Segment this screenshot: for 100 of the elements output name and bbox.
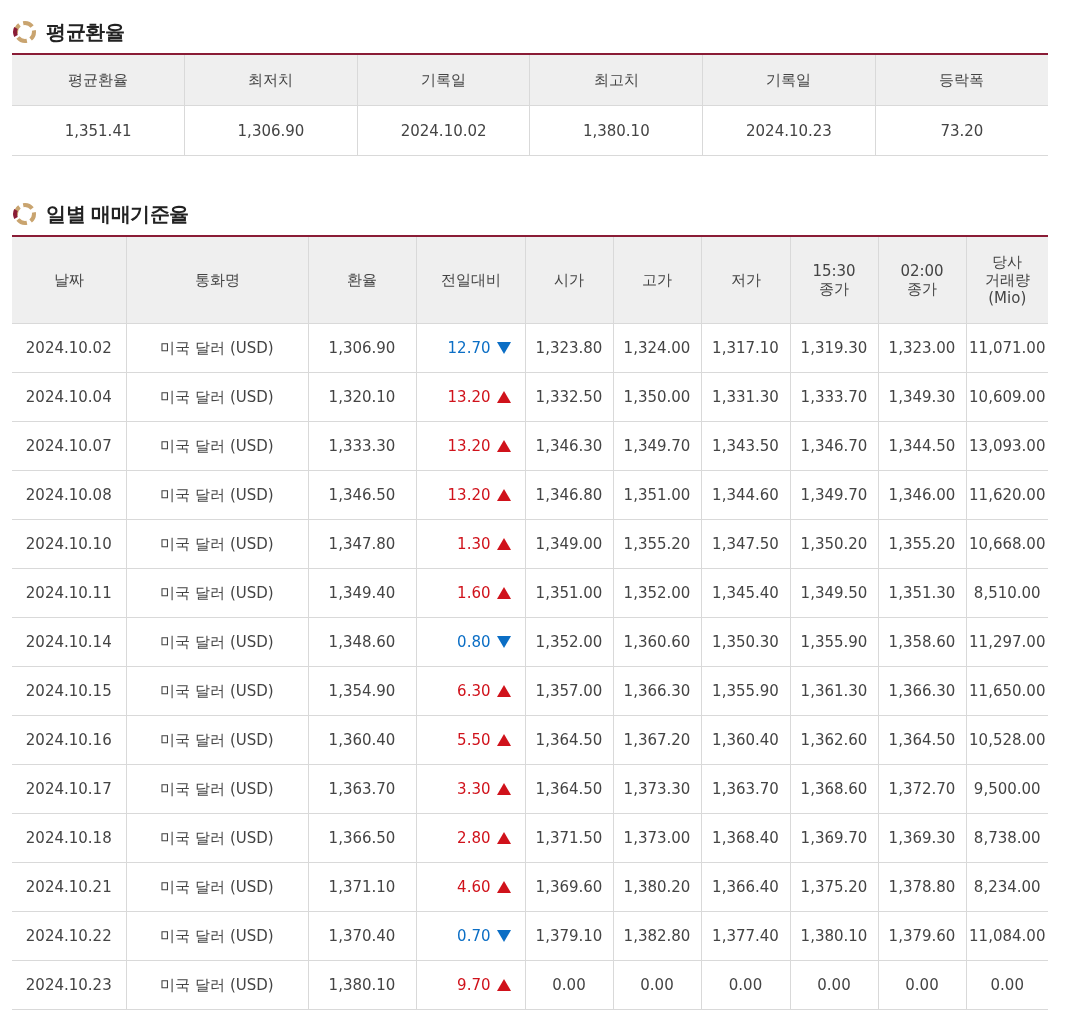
table-cell: 1,354.90	[308, 666, 416, 716]
table-cell: 0.00	[790, 960, 878, 1010]
table-cell: 1,369.60	[525, 862, 613, 912]
table-cell: 1,350.30	[701, 617, 790, 667]
table-cell: 1,368.40	[701, 813, 790, 863]
change-value: 1.30	[457, 535, 491, 553]
table-cell: 1,343.50	[701, 421, 790, 471]
table-cell: 1,360.40	[308, 715, 416, 765]
ring-logo-icon	[12, 19, 38, 45]
table-cell: 1,380.20	[613, 862, 701, 912]
change-value: 2.80	[457, 829, 491, 847]
table-cell: 2024.10.23	[12, 960, 126, 1010]
table-cell: 1,355.20	[878, 519, 966, 569]
table-cell: 2024.10.18	[12, 813, 126, 863]
column-header: 기록일	[702, 54, 876, 106]
column-header: 저가	[701, 236, 790, 324]
table-cell: 1,363.70	[308, 764, 416, 814]
column-header: 등락폭	[875, 54, 1048, 106]
table-cell: 1,372.70	[878, 764, 966, 814]
table-cell: 1,349.00	[525, 519, 613, 569]
table-cell: 1,355.90	[701, 666, 790, 716]
table-cell: 1,373.00	[613, 813, 701, 863]
table-cell: 2024.10.21	[12, 862, 126, 912]
table-cell: 1,368.60	[790, 764, 878, 814]
table-cell: 1,317.10	[701, 323, 790, 373]
table-cell: 1,351.00	[525, 568, 613, 618]
table-cell: 1,332.50	[525, 372, 613, 422]
table-cell: 1,306.90	[184, 105, 358, 156]
table-cell: 1,361.30	[790, 666, 878, 716]
section-title: 평균환율	[46, 18, 124, 46]
table-cell: 2024.10.15	[12, 666, 126, 716]
section-title: 일별 매매기준율	[46, 200, 189, 228]
table-cell: 미국 달러 (USD)	[126, 421, 308, 471]
table-cell: 1,358.60	[878, 617, 966, 667]
table-cell: 0.00	[701, 960, 790, 1010]
table-cell: 1,371.10	[308, 862, 416, 912]
table-cell: 2024.10.02	[357, 105, 530, 156]
table-cell: 0.00	[525, 960, 613, 1010]
table-cell: 1,355.90	[790, 617, 878, 667]
table-cell: 2024.10.14	[12, 617, 126, 667]
table-cell: 2024.10.02	[12, 323, 126, 373]
table-cell: 미국 달러 (USD)	[126, 813, 308, 863]
table-cell: 1,349.70	[790, 470, 878, 520]
column-header: 날짜	[12, 236, 126, 324]
table-cell: 1,373.30	[613, 764, 701, 814]
table-cell: 1,346.30	[525, 421, 613, 471]
table-cell: 미국 달러 (USD)	[126, 372, 308, 422]
table-cell: 2024.10.17	[12, 764, 126, 814]
table-cell: 2024.10.04	[12, 372, 126, 422]
table-cell: 1,371.50	[525, 813, 613, 863]
table-cell: 미국 달러 (USD)	[126, 764, 308, 814]
table-cell: 1,366.40	[701, 862, 790, 912]
table-cell: 1,357.00	[525, 666, 613, 716]
table-cell: 1,351.30	[878, 568, 966, 618]
table-cell: 1,360.40	[701, 715, 790, 765]
table-cell: 1,346.50	[308, 470, 416, 520]
table-cell: 2024.10.11	[12, 568, 126, 618]
table-cell: 1,346.00	[878, 470, 966, 520]
table-cell: 1,347.80	[308, 519, 416, 569]
column-header: 환율	[308, 236, 416, 324]
change-value: 0.70	[457, 927, 491, 945]
table-cell: 1,349.50	[790, 568, 878, 618]
table-cell: 1,364.50	[525, 764, 613, 814]
table-cell: 1,344.60	[701, 470, 790, 520]
table-cell: 1,382.80	[613, 911, 701, 961]
table-cell: 1,379.60	[878, 911, 966, 961]
table-cell: 1,344.50	[878, 421, 966, 471]
change-value: 5.50	[457, 731, 491, 749]
column-header: 최고치	[529, 54, 703, 106]
change-value: 1.60	[457, 584, 491, 602]
column-header: 시가	[525, 236, 613, 324]
table-cell: 1,375.20	[790, 862, 878, 912]
table-cell: 1,333.70	[790, 372, 878, 422]
column-header: 평균환율	[12, 54, 185, 106]
table-cell: 1,363.70	[701, 764, 790, 814]
table-cell: 1,380.10	[790, 911, 878, 961]
table-cell: 1,366.50	[308, 813, 416, 863]
table-cell: 미국 달러 (USD)	[126, 715, 308, 765]
table-cell: 1,324.00	[613, 323, 701, 373]
table-cell: 1,352.00	[613, 568, 701, 618]
table-cell: 1,380.10	[308, 960, 416, 1010]
table-cell: 1,319.30	[790, 323, 878, 373]
column-header: 고가	[613, 236, 701, 324]
change-value: 13.20	[447, 437, 491, 455]
table-cell: 1,349.70	[613, 421, 701, 471]
ring-logo-icon	[12, 201, 38, 227]
table-cell: 2024.10.07	[12, 421, 126, 471]
column-header: 최저치	[184, 54, 358, 106]
change-value: 0.80	[457, 633, 491, 651]
table-cell: 1,364.50	[878, 715, 966, 765]
table-cell: 1,377.40	[701, 911, 790, 961]
change-value: 4.60	[457, 878, 491, 896]
table-cell: 1,378.80	[878, 862, 966, 912]
table-cell: 1,364.50	[525, 715, 613, 765]
change-value: 13.20	[447, 388, 491, 406]
table-cell: 1,360.60	[613, 617, 701, 667]
table-cell: 1,379.10	[525, 911, 613, 961]
table-cell: 1,355.20	[613, 519, 701, 569]
table-cell: 2024.10.22	[12, 911, 126, 961]
table-cell: 1,350.00	[613, 372, 701, 422]
